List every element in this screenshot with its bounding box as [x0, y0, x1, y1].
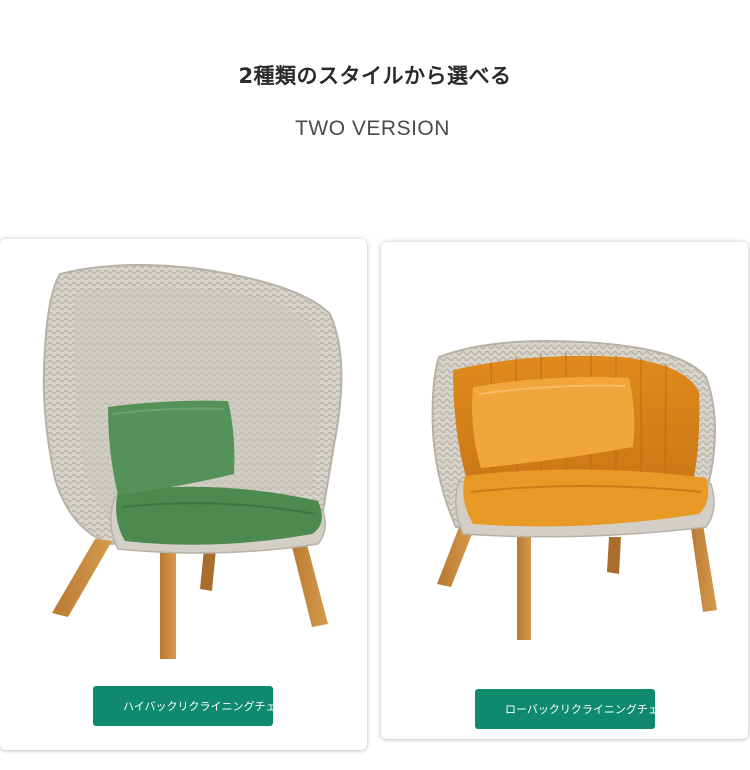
product-card-high-back[interactable]: ハイバックリクライニングチェア: [0, 239, 367, 750]
product-card-low-back[interactable]: ローバックリクライニングチェア: [381, 242, 748, 739]
section-title: 2種類のスタイルから選べる: [238, 64, 512, 88]
label-high-back[interactable]: ハイバックリクライニングチェア: [93, 686, 288, 726]
label-low-back[interactable]: ローバックリクライニングチェア: [475, 689, 670, 729]
section-subtitle: TWO VERSION: [295, 117, 450, 140]
page: 2種類のスタイルから選べる TWO VERSION ハイバックリクライニングチェ…: [0, 0, 750, 770]
label-high-back-text: ハイバックリクライニングチェア: [123, 700, 288, 713]
high-back-chair-image: [42, 264, 343, 659]
low-back-chair-image: [431, 340, 717, 640]
label-low-back-text: ローバックリクライニングチェア: [505, 703, 670, 716]
